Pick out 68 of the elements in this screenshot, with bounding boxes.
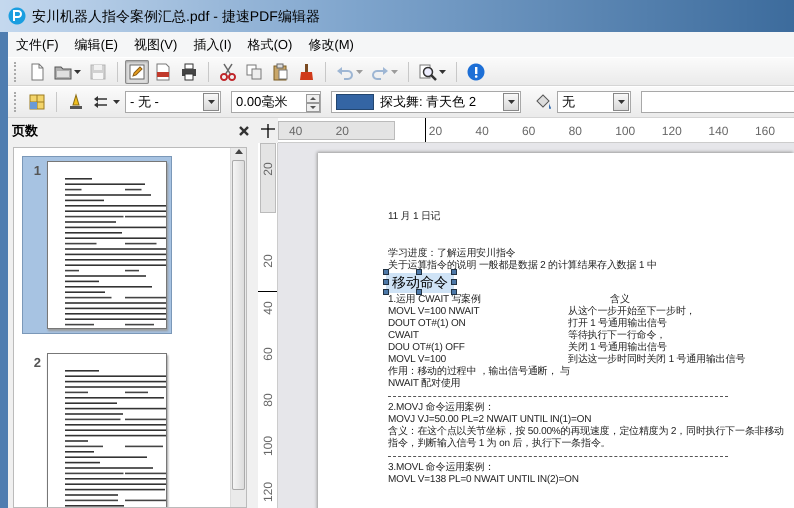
document-text: 2.MOVJ 命令运用案例：	[388, 402, 494, 414]
document-text: CWAIT	[388, 330, 420, 342]
document-text: 等待执行下一行命令，	[568, 330, 666, 342]
ruler-label: 80	[568, 123, 582, 140]
line-color-dropdown[interactable]: 探戈舞: 青天色 2	[331, 91, 521, 113]
scrollbar[interactable]	[230, 148, 246, 507]
text-field[interactable]	[641, 91, 794, 113]
ruler-label: 120	[260, 481, 276, 504]
document-text: 指令，判断输入信号 1 为 on 后，执行下一条指令。	[388, 438, 610, 450]
page-thumbnail-item[interactable]: 1	[22, 156, 172, 334]
document-text: 打开 1 号通用输出信号	[568, 318, 667, 330]
document-text: 到达这一步时同时关闭 1 号通用输出信号	[568, 354, 746, 366]
document-text: 11 月 1 日记	[388, 211, 440, 223]
app-logo-icon	[8, 7, 26, 25]
ruler-label: 20	[260, 254, 276, 270]
crosshair-icon	[261, 124, 275, 138]
document-text: 关闭 1 号通用输出信号	[568, 342, 667, 354]
zoom-icon[interactable]	[419, 62, 437, 80]
ruler-label: 40	[475, 123, 489, 140]
window-title: 安川机器人指令案例汇总.pdf - 捷速PDF编辑器	[32, 6, 320, 26]
ruler-label: 120	[662, 123, 682, 140]
document-text: 3.MOVL 命令运用案例：	[388, 462, 494, 474]
caret-icon[interactable]	[508, 100, 514, 104]
document-text: 学习进度：了解运用安川指令	[388, 248, 516, 260]
document-text: 关于运算指令的说明 一般都是数据 2 的计算结果存入数据 1 中	[388, 260, 657, 272]
ruler-label: 20	[336, 123, 349, 140]
ruler-label: 60	[522, 123, 536, 140]
document-text: 含义	[610, 294, 630, 306]
document-text: MOVL V=138 PL=0 NWAIT UNTIL IN(2)=ON	[388, 474, 579, 486]
document-text: DOUT OT#(1) ON	[388, 318, 467, 330]
caret-icon[interactable]	[113, 100, 120, 104]
document-text: 含义：在这个点以关节坐标，按 50.00%的再现速度，定位精度为 2，同时执行下一条非移动	[388, 426, 784, 438]
ruler-label: 20	[428, 123, 442, 140]
caret-icon[interactable]	[439, 70, 446, 74]
ruler-label: 20	[260, 161, 276, 178]
panel-title: 页数	[12, 122, 38, 140]
ruler-label: 140	[708, 123, 728, 140]
document-text: MOVJ VJ=50.00 PL=2 NWAIT UNTIL IN(1)=ON	[388, 414, 592, 426]
ruler-label: 40	[289, 123, 302, 140]
caret-icon[interactable]	[208, 100, 214, 104]
close-icon[interactable]	[239, 126, 249, 136]
ruler-label: 100	[615, 123, 636, 140]
document-text: 从这个一步开始至下一步时，	[568, 306, 696, 318]
ruler-label: 40	[260, 300, 276, 316]
fill-dropdown[interactable]: 无	[557, 91, 631, 113]
spinner-arrows-icon[interactable]	[306, 94, 320, 112]
menu-item[interactable]: 插入(I)	[185, 32, 240, 56]
document-text: MOVL V=100 NWAIT	[388, 306, 480, 318]
ruler-label: 160	[755, 123, 776, 140]
ruler-label: 80	[260, 392, 276, 409]
ruler-marker	[258, 291, 277, 292]
menu-item[interactable]: 文件(F)	[8, 32, 67, 56]
menu-item[interactable]: 编辑(E)	[66, 32, 126, 56]
ruler-marker	[425, 118, 426, 142]
document-text: DOU OT#(1) OFF	[388, 342, 466, 354]
ruler-label: 60	[260, 346, 276, 362]
menu-item[interactable]: 修改(M)	[300, 32, 362, 56]
caret-icon[interactable]	[74, 70, 81, 74]
scroll-up-icon[interactable]	[234, 148, 242, 154]
document-text: MOVL V=100	[388, 354, 446, 366]
document-text: NWAIT 配对使用	[388, 378, 460, 390]
document-text: 作用：移动的过程中 ，输出信号通断， 与	[388, 366, 570, 378]
line-width-spinner[interactable]: 0.00毫米	[231, 91, 321, 113]
line-style-dropdown[interactable]: - 无 -	[125, 91, 221, 113]
ruler-label: 100	[260, 435, 276, 458]
menu-item[interactable]: 视图(V)	[126, 32, 186, 56]
menu-item[interactable]: 格式(O)	[240, 32, 300, 56]
caret-icon[interactable]	[618, 100, 624, 104]
